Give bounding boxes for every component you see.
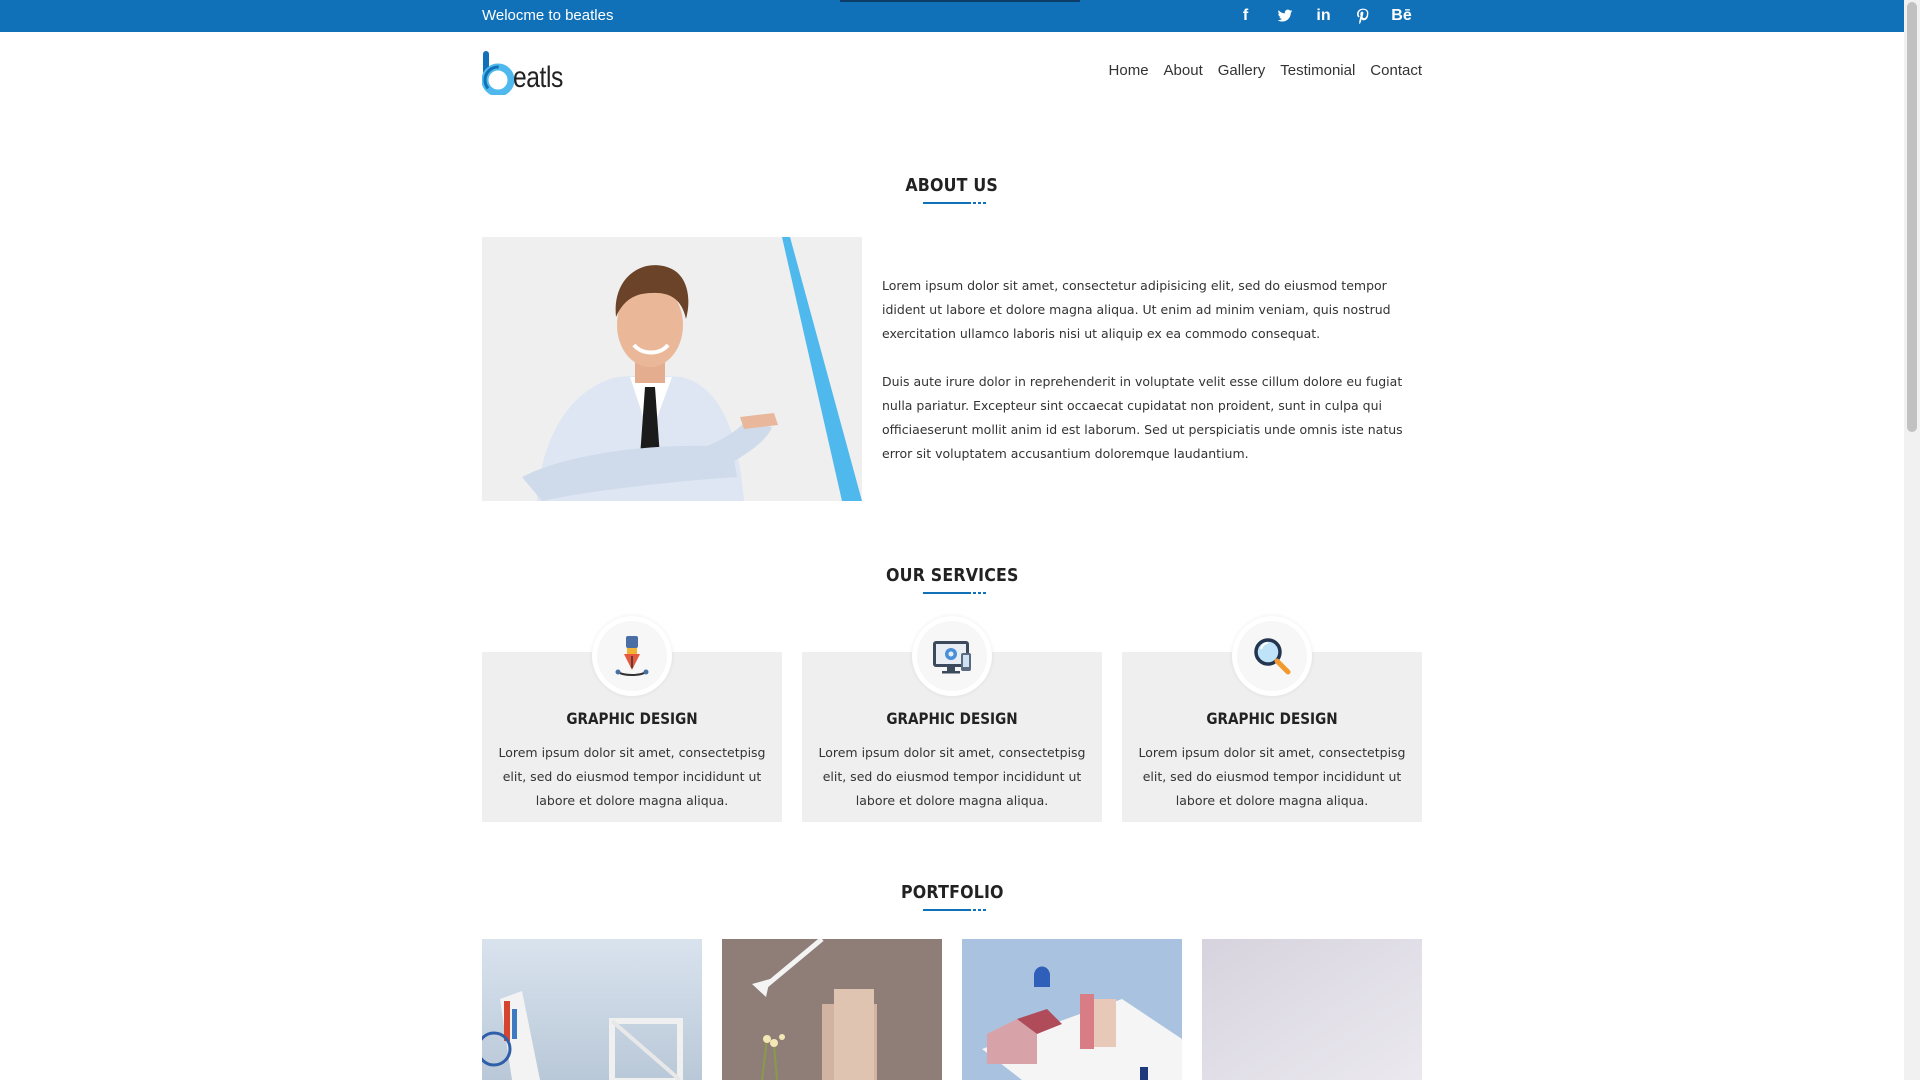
monitor-gear-icon	[933, 641, 971, 674]
linkedin-icon[interactable]: in	[1304, 5, 1343, 27]
pinterest-icon[interactable]	[1343, 5, 1382, 27]
page-scrollbar[interactable]	[1904, 0, 1920, 1080]
portfolio-item[interactable]	[1202, 939, 1422, 1080]
service-title: GRAPHIC DESIGN	[886, 709, 1018, 728]
logo-wordmark: eatls	[513, 61, 563, 94]
title-underline	[912, 907, 992, 911]
scrollbar-thumb[interactable]	[1907, 2, 1917, 432]
title-underline	[912, 200, 992, 204]
service-title: GRAPHIC DESIGN	[1206, 709, 1338, 728]
services-title: OUR SERVICES	[885, 565, 1019, 586]
nav-contact[interactable]: Contact	[1370, 62, 1422, 79]
service-card[interactable]: GRAPHIC DESIGN Lorem ipsum dolor sit ame…	[1122, 616, 1422, 822]
nav-home[interactable]: Home	[1109, 62, 1149, 79]
main-nav: Home About Gallery Testimonial Contact	[1109, 62, 1422, 79]
service-text: Lorem ipsum dolor sit amet, consectetpis…	[498, 745, 766, 808]
portfolio-item[interactable]	[482, 939, 702, 1080]
service-text: Lorem ipsum dolor sit amet, consectetpis…	[818, 745, 1086, 808]
service-icon-circle	[1232, 616, 1312, 696]
man-pointing-image	[482, 237, 862, 501]
title-underline	[912, 590, 992, 594]
about-paragraph: Lorem ipsum dolor sit amet, consectetur …	[882, 278, 1391, 341]
page: Welocme to beatles f in Bē eatls Home Ab…	[0, 0, 1904, 1080]
twitter-icon[interactable]	[1265, 5, 1304, 27]
about-paragraph: Duis aute irure dolor in reprehenderit i…	[882, 374, 1403, 461]
welcome-text: Welocme to beatles	[482, 7, 614, 24]
service-icon-circle	[912, 616, 992, 696]
services-heading: OUR SERVICES	[0, 565, 1904, 594]
portfolio-title: PORTFOLIO	[900, 882, 1004, 903]
social-links: f in Bē	[1226, 5, 1421, 27]
portfolio-item[interactable]	[962, 939, 1182, 1080]
about-photo	[482, 237, 862, 501]
service-card[interactable]: GRAPHIC DESIGN Lorem ipsum dolor sit ame…	[482, 616, 782, 822]
facebook-icon[interactable]: f	[1226, 5, 1265, 27]
portfolio-image	[962, 939, 1182, 1080]
nav-gallery[interactable]: Gallery	[1218, 62, 1266, 79]
service-icon-circle	[592, 616, 672, 696]
portfolio-image	[482, 939, 702, 1080]
portfolio-image	[722, 939, 942, 1080]
nav-about[interactable]: About	[1164, 62, 1203, 79]
portfolio-image	[1202, 939, 1422, 1080]
behance-icon[interactable]: Bē	[1382, 5, 1421, 27]
service-text: Lorem ipsum dolor sit amet, consectetpis…	[1138, 745, 1406, 808]
magnifier-icon	[1254, 638, 1291, 675]
service-card[interactable]: GRAPHIC DESIGN Lorem ipsum dolor sit ame…	[802, 616, 1102, 822]
about-heading: ABOUT US	[0, 175, 1904, 204]
service-title: GRAPHIC DESIGN	[566, 709, 698, 728]
beatls-logo[interactable]: eatls	[482, 51, 566, 95]
logo-mark-icon	[482, 51, 515, 95]
top-bar: Welocme to beatles f in Bē	[0, 0, 1904, 32]
about-title: ABOUT US	[905, 175, 999, 196]
portfolio-item[interactable]	[722, 939, 942, 1080]
about-text: Lorem ipsum dolor sit amet, consectetur …	[882, 274, 1422, 466]
nav-testimonial[interactable]: Testimonial	[1280, 62, 1355, 79]
pen-tool-icon	[615, 636, 649, 676]
portfolio-heading: PORTFOLIO	[0, 882, 1904, 911]
top-accent-line	[840, 0, 1080, 2]
